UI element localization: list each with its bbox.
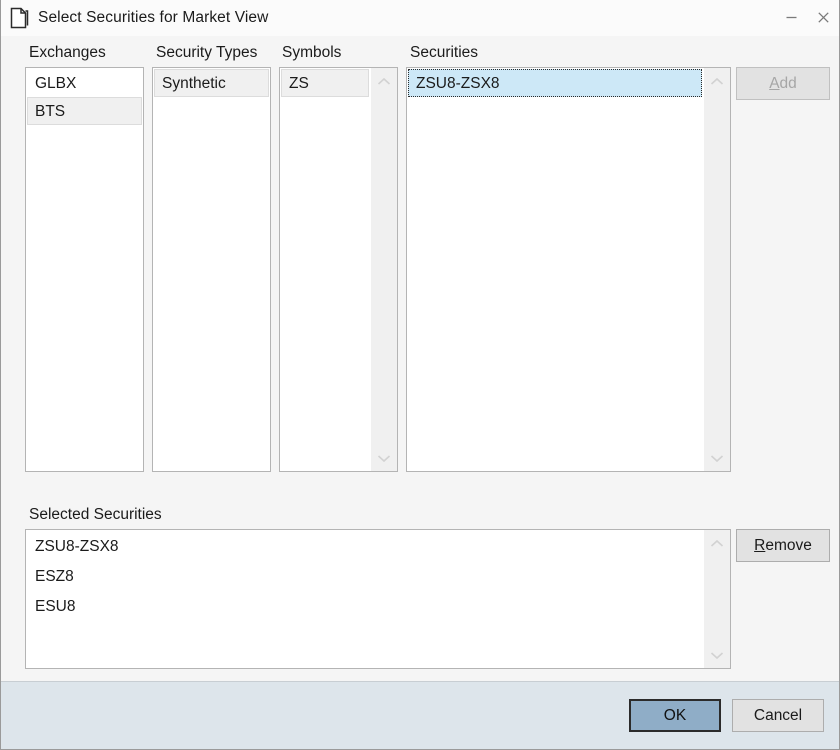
scroll-down-button[interactable] — [704, 445, 730, 471]
security-types-listbox[interactable]: Synthetic — [152, 67, 271, 472]
window-title: Select Securities for Market View — [38, 8, 269, 26]
list-item[interactable]: ZS — [281, 69, 369, 97]
close-icon — [817, 12, 829, 23]
scroll-down-button[interactable] — [371, 445, 397, 471]
scroll-down-button[interactable] — [704, 642, 730, 668]
security-types-label: Security Types — [156, 44, 258, 61]
scroll-track[interactable] — [704, 556, 730, 642]
scroll-up-button[interactable] — [371, 68, 397, 94]
close-button[interactable] — [807, 0, 839, 35]
list-item[interactable]: ZSU8-ZSX8 — [408, 69, 702, 97]
symbols-listbox[interactable]: ZS — [279, 67, 398, 472]
scroll-up-button[interactable] — [704, 68, 730, 94]
symbols-scrollbar[interactable] — [370, 68, 397, 471]
securities-listbox[interactable]: ZSU8-ZSX8 — [406, 67, 731, 472]
exchanges-list-area: GLBX BTS — [26, 68, 143, 471]
chevron-down-icon — [710, 651, 724, 659]
list-item[interactable]: ESZ8 — [27, 561, 702, 591]
scroll-track[interactable] — [704, 94, 730, 445]
exchanges-listbox[interactable]: GLBX BTS — [25, 67, 144, 472]
scroll-up-button[interactable] — [704, 530, 730, 556]
list-item[interactable]: ESU8 — [27, 591, 702, 621]
exchanges-label: Exchanges — [29, 44, 106, 61]
cancel-button[interactable]: Cancel — [732, 699, 824, 732]
dialog-footer: OK Cancel — [1, 681, 839, 749]
list-item[interactable]: ZSU8-ZSX8 — [27, 531, 702, 561]
chevron-down-icon — [710, 454, 724, 462]
remove-button-label-rest: emove — [765, 536, 812, 554]
list-item[interactable]: GLBX — [27, 69, 142, 97]
remove-button[interactable]: Remove — [736, 529, 830, 562]
chevron-up-icon — [710, 77, 724, 85]
dialog-body: Exchanges Security Types Symbols Securit… — [1, 36, 839, 681]
add-button-accelerator: A — [769, 74, 780, 92]
selected-securities-list-area: ZSU8-ZSX8 ESZ8 ESU8 — [26, 530, 703, 668]
securities-scrollbar[interactable] — [703, 68, 730, 471]
securities-list-area: ZSU8-ZSX8 — [407, 68, 703, 471]
document-icon — [10, 7, 29, 28]
minimize-button[interactable] — [775, 0, 807, 35]
remove-button-accelerator: R — [754, 536, 766, 554]
add-button[interactable]: Add — [736, 67, 830, 100]
add-button-label-rest: dd — [779, 74, 797, 92]
security-types-list-area: Synthetic — [153, 68, 270, 471]
scroll-track[interactable] — [371, 94, 397, 445]
dialog-window: Select Securities for Market View Exchan… — [0, 0, 840, 750]
symbols-list-area: ZS — [280, 68, 370, 471]
list-item[interactable]: Synthetic — [154, 69, 269, 97]
selected-securities-scrollbar[interactable] — [703, 530, 730, 668]
ok-button[interactable]: OK — [629, 699, 721, 732]
list-item[interactable]: BTS — [27, 97, 142, 125]
selected-securities-label: Selected Securities — [29, 506, 162, 523]
selected-securities-listbox[interactable]: ZSU8-ZSX8 ESZ8 ESU8 — [25, 529, 731, 669]
minimize-icon — [786, 16, 796, 19]
chevron-up-icon — [377, 77, 391, 85]
chevron-down-icon — [377, 454, 391, 462]
securities-label: Securities — [410, 44, 479, 61]
window-controls — [775, 0, 839, 35]
symbols-label: Symbols — [282, 44, 342, 61]
chevron-up-icon — [710, 539, 724, 547]
title-bar: Select Securities for Market View — [1, 0, 839, 36]
